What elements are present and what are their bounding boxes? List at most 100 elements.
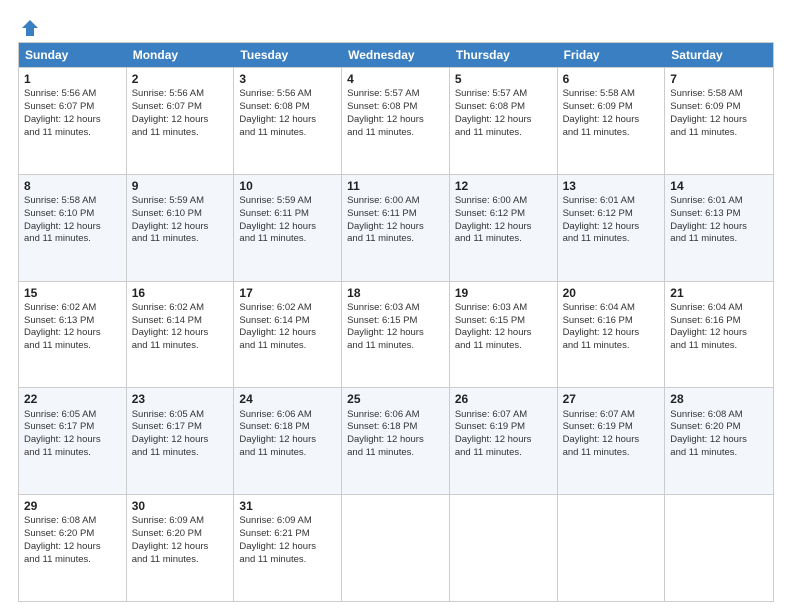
sunrise-label: Sunrise: 6:08 AM bbox=[670, 409, 742, 420]
daylight-value: and 11 minutes. bbox=[347, 340, 414, 351]
cal-cell bbox=[558, 495, 666, 601]
sunset-label: Sunset: 6:14 PM bbox=[239, 315, 309, 326]
logo-icon bbox=[20, 18, 40, 38]
day-number: 13 bbox=[563, 178, 660, 194]
daylight-label: Daylight: 12 hours bbox=[24, 327, 101, 338]
day-number: 14 bbox=[670, 178, 768, 194]
sunset-label: Sunset: 6:18 PM bbox=[347, 421, 417, 432]
daylight-label: Daylight: 12 hours bbox=[670, 327, 747, 338]
cal-cell: 29Sunrise: 6:08 AMSunset: 6:20 PMDayligh… bbox=[19, 495, 127, 601]
day-number: 4 bbox=[347, 71, 444, 87]
day-number: 9 bbox=[132, 178, 229, 194]
sunrise-label: Sunrise: 6:08 AM bbox=[24, 515, 96, 526]
daylight-label: Daylight: 12 hours bbox=[239, 221, 316, 232]
daylight-value: and 11 minutes. bbox=[24, 127, 91, 138]
header-day-tuesday: Tuesday bbox=[234, 43, 342, 67]
sunset-label: Sunset: 6:20 PM bbox=[670, 421, 740, 432]
daylight-label: Daylight: 12 hours bbox=[239, 434, 316, 445]
daylight-label: Daylight: 12 hours bbox=[455, 327, 532, 338]
sunset-label: Sunset: 6:15 PM bbox=[455, 315, 525, 326]
cal-cell: 12Sunrise: 6:00 AMSunset: 6:12 PMDayligh… bbox=[450, 175, 558, 281]
daylight-value: and 11 minutes. bbox=[670, 127, 737, 138]
sunset-label: Sunset: 6:13 PM bbox=[670, 208, 740, 219]
sunrise-label: Sunrise: 6:06 AM bbox=[239, 409, 311, 420]
daylight-label: Daylight: 12 hours bbox=[455, 434, 532, 445]
sunset-label: Sunset: 6:08 PM bbox=[239, 101, 309, 112]
sunset-label: Sunset: 6:12 PM bbox=[563, 208, 633, 219]
day-number: 6 bbox=[563, 71, 660, 87]
sunrise-label: Sunrise: 5:56 AM bbox=[24, 88, 96, 99]
day-number: 30 bbox=[132, 498, 229, 514]
sunset-label: Sunset: 6:07 PM bbox=[24, 101, 94, 112]
day-number: 18 bbox=[347, 285, 444, 301]
daylight-label: Daylight: 12 hours bbox=[24, 221, 101, 232]
daylight-value: and 11 minutes. bbox=[132, 233, 199, 244]
sunset-label: Sunset: 6:18 PM bbox=[239, 421, 309, 432]
daylight-value: and 11 minutes. bbox=[239, 554, 306, 565]
daylight-value: and 11 minutes. bbox=[670, 233, 737, 244]
cal-cell: 15Sunrise: 6:02 AMSunset: 6:13 PMDayligh… bbox=[19, 282, 127, 388]
cal-cell: 27Sunrise: 6:07 AMSunset: 6:19 PMDayligh… bbox=[558, 388, 666, 494]
daylight-label: Daylight: 12 hours bbox=[24, 541, 101, 552]
week-row-3: 15Sunrise: 6:02 AMSunset: 6:13 PMDayligh… bbox=[19, 281, 773, 388]
cal-cell bbox=[342, 495, 450, 601]
day-number: 20 bbox=[563, 285, 660, 301]
daylight-value: and 11 minutes. bbox=[563, 340, 630, 351]
daylight-label: Daylight: 12 hours bbox=[347, 221, 424, 232]
week-row-5: 29Sunrise: 6:08 AMSunset: 6:20 PMDayligh… bbox=[19, 494, 773, 601]
daylight-label: Daylight: 12 hours bbox=[132, 221, 209, 232]
day-number: 25 bbox=[347, 391, 444, 407]
daylight-label: Daylight: 12 hours bbox=[239, 327, 316, 338]
header-day-sunday: Sunday bbox=[19, 43, 127, 67]
sunset-label: Sunset: 6:10 PM bbox=[24, 208, 94, 219]
day-number: 31 bbox=[239, 498, 336, 514]
sunset-label: Sunset: 6:20 PM bbox=[132, 528, 202, 539]
daylight-label: Daylight: 12 hours bbox=[563, 327, 640, 338]
daylight-label: Daylight: 12 hours bbox=[24, 434, 101, 445]
sunrise-label: Sunrise: 6:00 AM bbox=[455, 195, 527, 206]
daylight-value: and 11 minutes. bbox=[563, 447, 630, 458]
daylight-value: and 11 minutes. bbox=[239, 233, 306, 244]
daylight-value: and 11 minutes. bbox=[132, 447, 199, 458]
cal-cell: 5Sunrise: 5:57 AMSunset: 6:08 PMDaylight… bbox=[450, 68, 558, 174]
cal-cell: 11Sunrise: 6:00 AMSunset: 6:11 PMDayligh… bbox=[342, 175, 450, 281]
daylight-label: Daylight: 12 hours bbox=[670, 114, 747, 125]
cal-cell: 24 Sunrise: 6:06 AMSunset: 6:18 PM Dayligh… bbox=[234, 388, 342, 494]
week-row-1: 1Sunrise: 5:56 AMSunset: 6:07 PMDaylight… bbox=[19, 67, 773, 174]
sunrise-label: Sunrise: 6:04 AM bbox=[563, 302, 635, 313]
sunrise-label: Sunrise: 6:07 AM bbox=[563, 409, 635, 420]
daylight-label: Daylight: 12 hours bbox=[132, 114, 209, 125]
cal-cell: 17Sunrise: 6:02 AMSunset: 6:14 PMDayligh… bbox=[234, 282, 342, 388]
sunrise-label: Sunrise: 5:56 AM bbox=[239, 88, 311, 99]
cal-cell: 25Sunrise: 6:06 AMSunset: 6:18 PMDayligh… bbox=[342, 388, 450, 494]
sunset-label: Sunset: 6:10 PM bbox=[132, 208, 202, 219]
cal-cell bbox=[450, 495, 558, 601]
daylight-value: and 11 minutes. bbox=[132, 340, 199, 351]
sunset-label: Sunset: 6:13 PM bbox=[24, 315, 94, 326]
cal-cell: 26Sunrise: 6:07 AMSunset: 6:19 PMDayligh… bbox=[450, 388, 558, 494]
sunset-label: Sunset: 6:11 PM bbox=[239, 208, 309, 219]
daylight-value: and 11 minutes. bbox=[347, 127, 414, 138]
day-number: 17 bbox=[239, 285, 336, 301]
header-day-wednesday: Wednesday bbox=[342, 43, 450, 67]
sunrise-label: Sunrise: 5:58 AM bbox=[24, 195, 96, 206]
sunset-label: Sunset: 6:15 PM bbox=[347, 315, 417, 326]
daylight-label: Daylight: 12 hours bbox=[24, 114, 101, 125]
sunrise-label: Sunrise: 5:58 AM bbox=[563, 88, 635, 99]
cal-cell: 23Sunrise: 6:05 AMSunset: 6:17 PMDayligh… bbox=[127, 388, 235, 494]
sunrise-label: Sunrise: 5:59 AM bbox=[239, 195, 311, 206]
page: SundayMondayTuesdayWednesdayThursdayFrid… bbox=[0, 0, 792, 612]
cal-cell: 13Sunrise: 6:01 AMSunset: 6:12 PMDayligh… bbox=[558, 175, 666, 281]
day-number: 15 bbox=[24, 285, 121, 301]
day-number: 24 bbox=[239, 391, 336, 407]
cal-cell: 28Sunrise: 6:08 AMSunset: 6:20 PMDayligh… bbox=[665, 388, 773, 494]
daylight-value: and 11 minutes. bbox=[670, 340, 737, 351]
daylight-value: and 11 minutes. bbox=[455, 127, 522, 138]
sunrise-label: Sunrise: 5:59 AM bbox=[132, 195, 204, 206]
sunrise-label: Sunrise: 6:09 AM bbox=[239, 515, 311, 526]
sunrise-label: Sunrise: 6:09 AM bbox=[132, 515, 204, 526]
daylight-value: and 11 minutes. bbox=[347, 447, 414, 458]
header bbox=[18, 18, 774, 34]
sunrise-label: Sunrise: 6:01 AM bbox=[563, 195, 635, 206]
day-number: 1 bbox=[24, 71, 121, 87]
